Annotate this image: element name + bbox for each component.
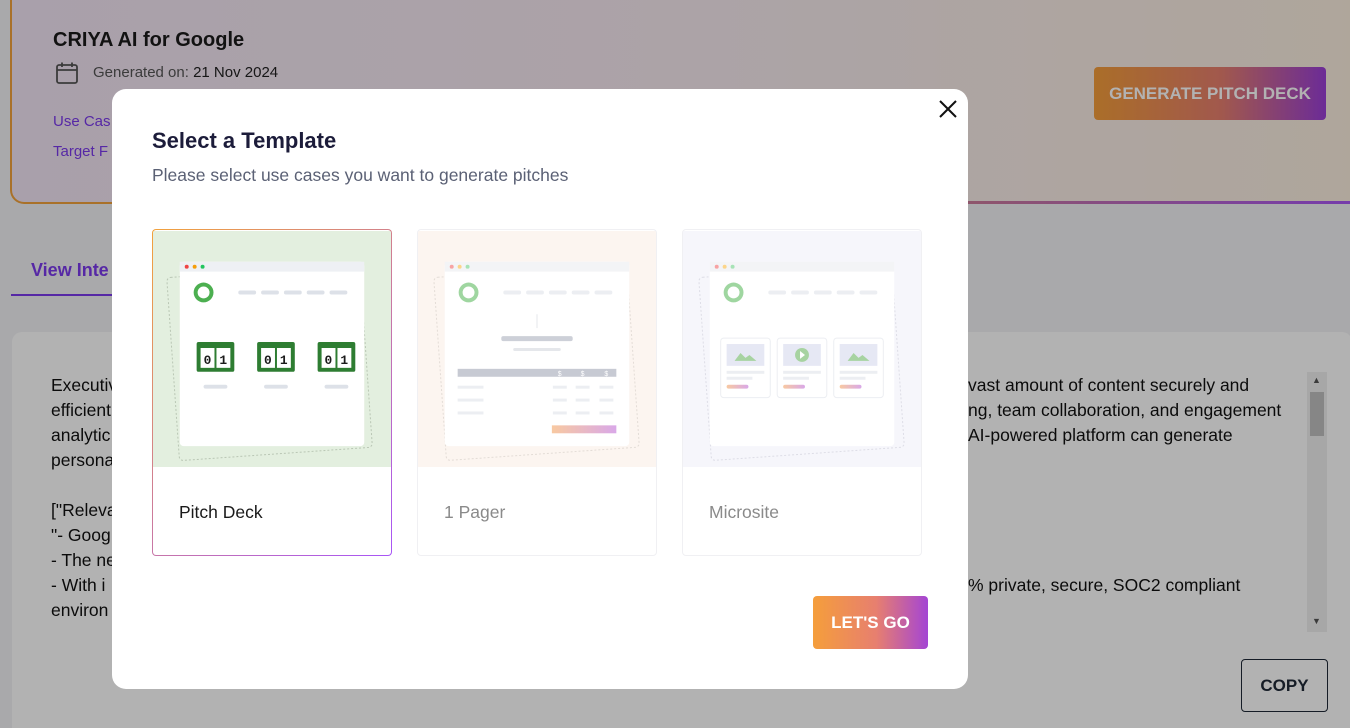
svg-text:$: $ [604,371,608,378]
modal-title: Select a Template [152,128,337,153]
modal-subtitle: Please select use cases you want to gene… [152,165,569,185]
template-card-1-pager[interactable]: $ $ $ 1 Pager [417,229,657,556]
svg-text:0: 0 [325,353,333,368]
svg-text:1: 1 [219,353,227,368]
template-label-pitch-deck: Pitch Deck [179,502,263,522]
template-card-pitch-deck[interactable]: 01 01 01 Pitch Deck [152,229,392,556]
template-modal: Select a Template Please select use case… [112,89,968,689]
one-pager-preview-image: $ $ $ [418,230,656,468]
microsite-preview-image [683,230,921,468]
svg-text:$: $ [558,371,562,378]
svg-text:0: 0 [204,353,212,368]
svg-text:1: 1 [280,353,288,368]
svg-text:0: 0 [264,353,272,368]
pitch-deck-preview-image: 01 01 01 [153,230,391,468]
template-label-microsite: Microsite [709,502,780,522]
template-card-microsite[interactable]: Microsite [682,229,922,556]
lets-go-button[interactable]: LET'S GO [813,596,928,649]
svg-text:$: $ [581,371,585,378]
svg-text:1: 1 [340,353,348,368]
close-icon[interactable] [938,99,958,119]
template-label-1-pager: 1 Pager [444,502,506,522]
